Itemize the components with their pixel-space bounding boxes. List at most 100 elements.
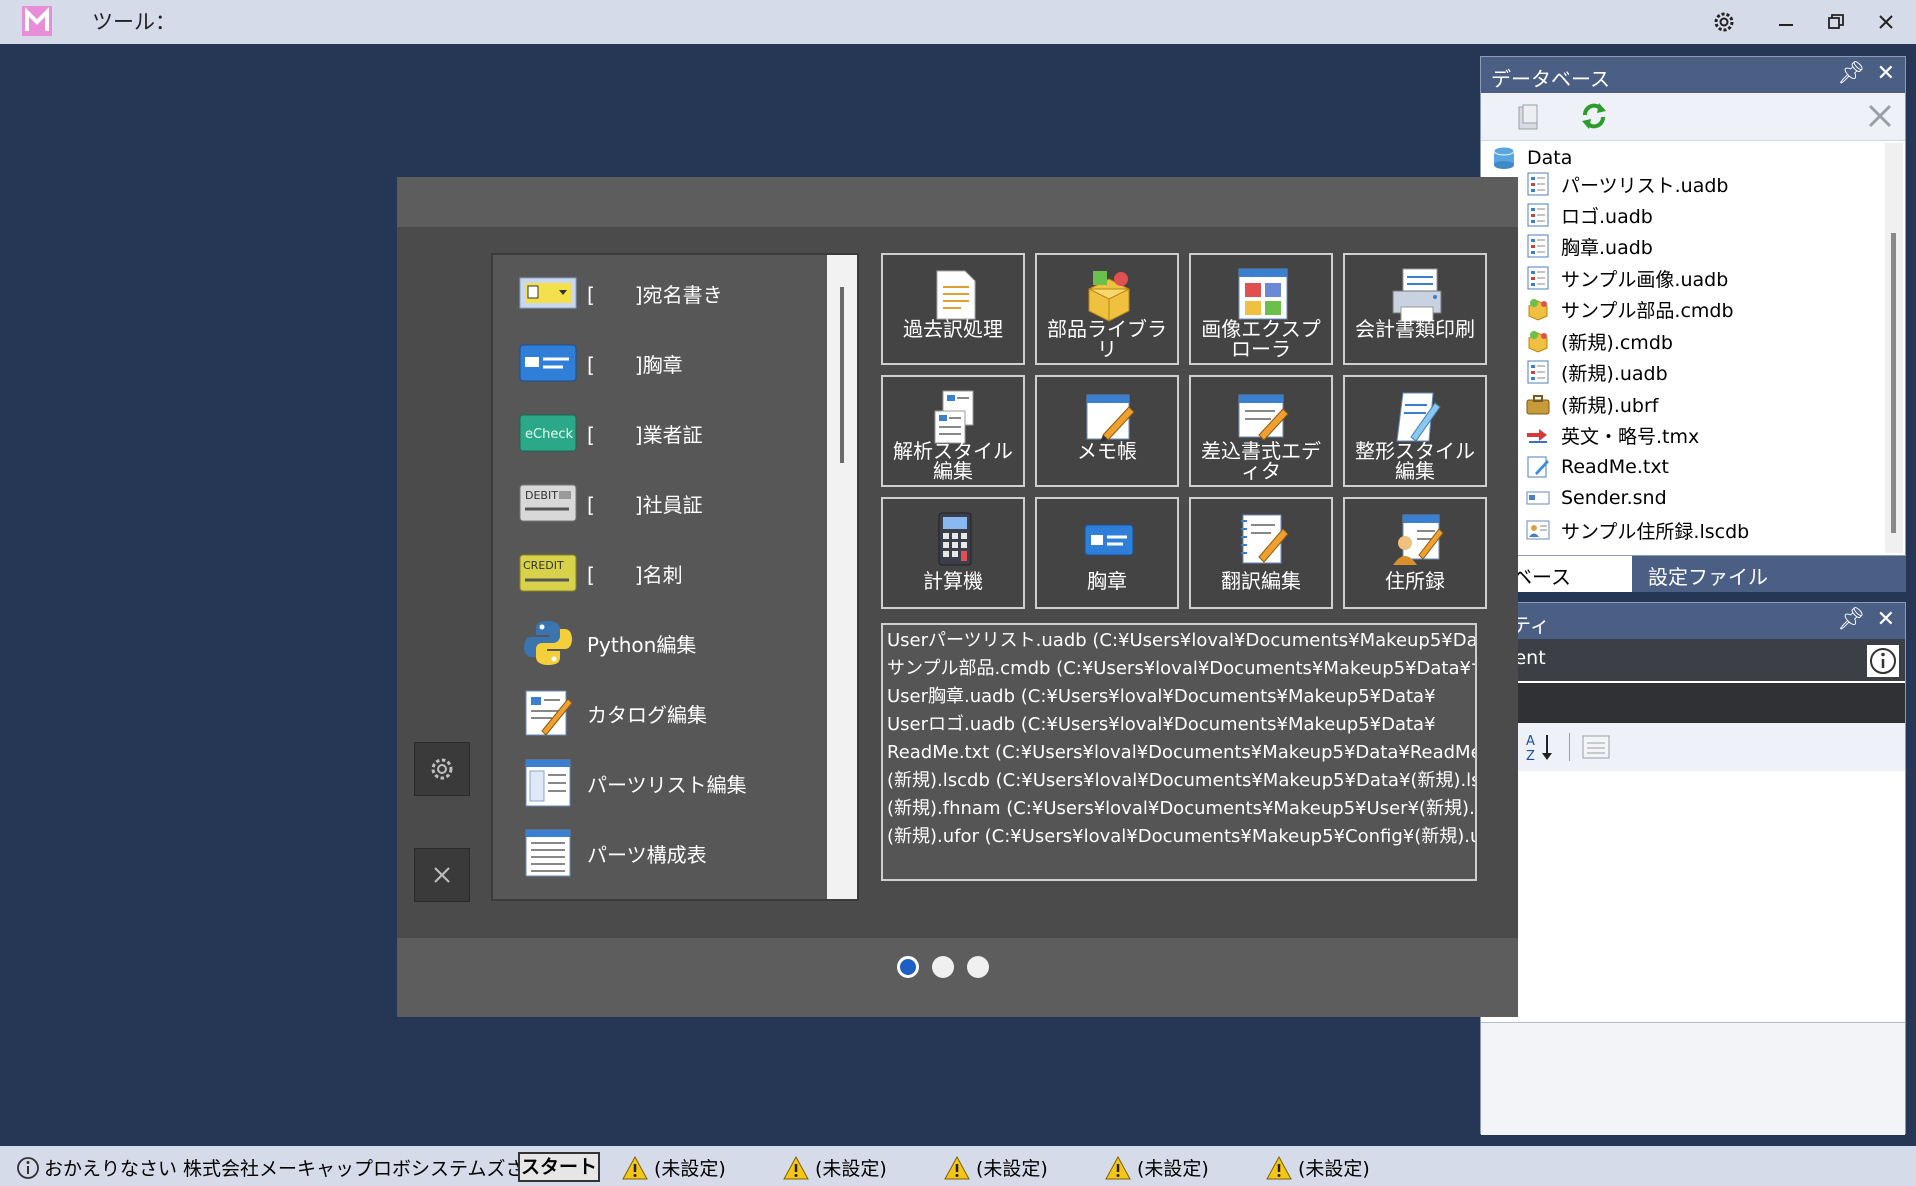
tile-address-book[interactable]: 住所録	[1343, 497, 1487, 609]
tree-item[interactable]: サンプル部品.cmdb	[1525, 294, 1734, 324]
list-item-address-label[interactable]: [ ]宛名書き	[519, 265, 723, 321]
tile-analysis-style-edit[interactable]: 解析スタイル編集	[881, 375, 1025, 487]
launcher-dialog: [ ]宛名書き [ ]胸章 eCheck [ ]業者証 DEBIT [ ]社員証…	[397, 177, 1518, 1017]
tile-badge[interactable]: 胸章	[1035, 497, 1179, 609]
recent-files-list[interactable]: Userパーツリスト.uadb (C:¥Users¥loval¥Document…	[881, 623, 1477, 881]
close-window-button[interactable]	[1866, 4, 1906, 40]
database-panel-title: データベース	[1491, 67, 1610, 91]
close-panel-icon[interactable]: ✕	[1877, 61, 1895, 86]
recent-file-item[interactable]: User胸章.uadb (C:¥Users¥loval¥Documents¥Ma…	[887, 683, 1471, 711]
recent-file-item[interactable]: ReadMe.txt (C:¥Users¥loval¥Documents¥Mak…	[887, 739, 1475, 767]
sender-card-icon	[1526, 491, 1550, 505]
app-logo-icon	[22, 6, 52, 36]
tile-format-style-edit[interactable]: 整形スタイル編集	[1343, 375, 1487, 487]
tile-mail-merge-editor[interactable]: 差込書式エディタ	[1189, 375, 1333, 487]
list-item-parts-table[interactable]: パーツ構成表	[519, 825, 707, 881]
tile-past-translation[interactable]: 過去訳処理	[881, 253, 1025, 365]
tile-accounting-print[interactable]: 会計書類印刷	[1343, 253, 1487, 365]
status-slot-3[interactable]: (未設定)	[944, 1154, 1048, 1181]
delete-icon[interactable]	[1867, 103, 1893, 129]
property-object-selector[interactable]: ntent	[1481, 639, 1905, 681]
svg-text:CREDIT: CREDIT	[523, 559, 564, 572]
list-item-vendor-id[interactable]: eCheck [ ]業者証	[519, 405, 703, 461]
restore-button[interactable]	[1816, 4, 1856, 40]
database-tree: Data パーツリスト.uadb ロゴ.uadb 胸章.uadb サンプル画像.…	[1481, 143, 1881, 557]
list-item-badge[interactable]: [ ]胸章	[519, 335, 683, 391]
tree-item[interactable]: 胸章.uadb	[1525, 231, 1653, 261]
status-slot-5[interactable]: (未設定)	[1266, 1154, 1370, 1181]
status-slot-4[interactable]: (未設定)	[1105, 1154, 1209, 1181]
table-file-icon	[1527, 172, 1549, 196]
database-icon	[1493, 146, 1515, 169]
close-panel-icon[interactable]: ✕	[1877, 607, 1895, 632]
tree-item[interactable]: 英文・略号.tmx	[1525, 420, 1699, 450]
page-dot-2[interactable]	[932, 956, 954, 978]
warning-icon	[1266, 1155, 1292, 1179]
format-style-icon	[1396, 392, 1441, 442]
property-grid[interactable]	[1481, 771, 1905, 1023]
tree-item[interactable]: サンプル画像.uadb	[1525, 263, 1728, 293]
recent-file-item[interactable]: (新規).lscdb (C:¥Users¥loval¥Documents¥Mak…	[887, 767, 1475, 795]
tile-parts-library[interactable]: 部品ライブラリ	[1035, 253, 1179, 365]
list-item-employee-id[interactable]: DEBIT [ ]社員証	[519, 475, 703, 531]
minimize-button[interactable]	[1766, 4, 1806, 40]
recent-file-item[interactable]: Userロゴ.uadb (C:¥Users¥loval¥Documents¥Ma…	[887, 711, 1471, 739]
status-message: おかえりなさい 株式会社メーキャップロボシステムズさん	[16, 1154, 543, 1181]
info-icon[interactable]	[1867, 645, 1899, 677]
tile-notepad[interactable]: メモ帳	[1035, 375, 1179, 487]
recent-file-item[interactable]: (新規).fhnam (C:¥Users¥loval¥Documents¥Mak…	[887, 795, 1475, 823]
list-item-business-card[interactable]: CREDIT [ ]名刺	[519, 545, 683, 601]
svg-text:A: A	[1526, 734, 1535, 749]
recent-file-item[interactable]: (新規).ufor (C:¥Users¥loval¥Documents¥Make…	[887, 823, 1475, 851]
property-type-row: p	[1481, 683, 1905, 723]
table-file-icon	[1527, 360, 1549, 384]
credit-card-icon: CREDIT	[519, 554, 577, 592]
parts-box-icon	[1528, 331, 1548, 353]
list-item-parts-list-edit[interactable]: パーツリスト編集	[519, 755, 747, 811]
tile-image-explorer[interactable]: 画像エクスプローラ	[1189, 253, 1333, 365]
sort-alpha-icon[interactable]: AZ	[1525, 731, 1555, 763]
tree-item[interactable]: パーツリスト.uadb	[1525, 169, 1728, 199]
status-bar: おかえりなさい 株式会社メーキャップロボシステムズさん スタート (未設定) (…	[0, 1146, 1916, 1186]
warning-icon	[622, 1155, 648, 1179]
recent-file-item[interactable]: サンプル部品.cmdb (C:¥Users¥loval¥Documents¥Ma…	[887, 655, 1475, 683]
tile-translation-edit[interactable]: 翻訳編集	[1189, 497, 1333, 609]
list-item-python-edit[interactable]: Python編集	[519, 615, 696, 671]
list-item-catalog-edit[interactable]: カタログ編集	[519, 685, 707, 741]
start-button[interactable]: スタート	[518, 1152, 600, 1182]
address-book-icon	[1393, 514, 1444, 565]
status-slot-1[interactable]: (未設定)	[622, 1154, 726, 1181]
tree-item[interactable]: (新規).cmdb	[1525, 326, 1673, 356]
page-dot-1[interactable]	[897, 956, 919, 978]
tree-item[interactable]: サンプル住所録.lscdb	[1525, 515, 1749, 545]
tree-item[interactable]: ロゴ.uadb	[1525, 200, 1653, 230]
tree-item[interactable]: (新規).ubrf	[1525, 389, 1658, 419]
copy-icon[interactable]	[1515, 103, 1541, 131]
settings-gear-icon[interactable]	[1704, 4, 1744, 40]
tab-settings-file[interactable]: 設定ファイル	[1636, 556, 1780, 592]
tree-item[interactable]: ReadMe.txt	[1525, 452, 1669, 482]
tile-calculator[interactable]: 計算機	[881, 497, 1025, 609]
tree-item[interactable]: Sender.snd	[1525, 483, 1667, 513]
svg-text:DEBIT: DEBIT	[525, 489, 558, 502]
launcher-footer	[397, 938, 1518, 1017]
menu-tools[interactable]: ツール：	[92, 6, 176, 36]
pin-icon[interactable]: 📌︎	[1837, 607, 1865, 632]
badge-card-icon	[519, 344, 577, 382]
launcher-settings-button[interactable]	[414, 742, 470, 796]
recent-file-item[interactable]: Userパーツリスト.uadb (C:¥Users¥loval¥Document…	[887, 627, 1475, 655]
template-list-scrollbar[interactable]	[827, 255, 857, 899]
document-icon	[936, 270, 976, 320]
tree-item[interactable]: (新規).uadb	[1525, 357, 1668, 387]
refresh-icon[interactable]	[1579, 101, 1609, 131]
gear-icon	[431, 758, 453, 780]
parts-library-icon	[1088, 271, 1130, 322]
property-pages-icon[interactable]	[1581, 733, 1611, 761]
briefcase-icon	[1526, 395, 1550, 415]
pin-icon[interactable]: 📌︎	[1837, 61, 1865, 86]
page-dot-3[interactable]	[967, 956, 989, 978]
status-slot-2[interactable]: (未設定)	[783, 1154, 887, 1181]
launcher-close-button[interactable]	[414, 848, 470, 902]
database-scrollbar[interactable]	[1885, 143, 1903, 553]
parts-table-icon	[525, 829, 571, 877]
